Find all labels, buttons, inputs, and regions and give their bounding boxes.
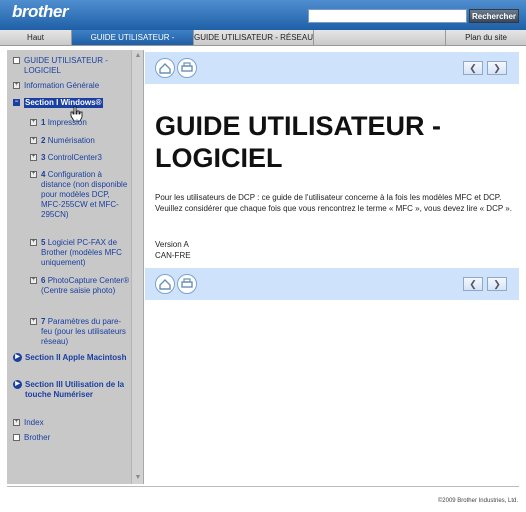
region-label: CAN-FRE [155, 251, 191, 260]
expand-icon[interactable]: + [13, 419, 20, 426]
expand-icon[interactable]: + [30, 137, 37, 144]
page-title: GUIDE UTILISATEUR - LOGICIEL [155, 110, 515, 174]
sidebar-item-parefeu[interactable]: + 7 Paramètres du pare-feu (pour les uti… [30, 317, 130, 347]
expand-icon[interactable]: + [30, 277, 37, 284]
next-page-button[interactable]: ❯ [487, 61, 507, 75]
expand-icon[interactable]: + [30, 318, 37, 325]
page-icon [13, 434, 20, 441]
sidebar-item-label: Numérisation [47, 136, 95, 145]
sidebar-item-pcfax[interactable]: + 5 Logiciel PC-FAX de Brother (modèles … [30, 238, 130, 268]
arrow-right-icon: ▶ [13, 380, 22, 389]
version-info: Version A CAN-FRE [155, 239, 191, 261]
sidebar-item-label: Section III Utilisation de la touche Num… [25, 380, 125, 399]
home-icon[interactable] [155, 274, 175, 294]
sidebar-scrollbar[interactable]: ▲ ▼ [131, 50, 143, 484]
copyright-text: ©2009 Brother Industries, Ltd. [437, 498, 518, 504]
header-bar: brother Rechercher [0, 0, 526, 30]
sidebar-item-photocapture[interactable]: + 6 PhotoCapture Center® (Centre saisie … [30, 276, 130, 296]
tab-plan-du-site[interactable]: Plan du site [445, 30, 526, 45]
brother-logo[interactable]: brother [12, 2, 69, 22]
scroll-down-icon[interactable]: ▼ [134, 474, 142, 482]
expand-icon[interactable]: + [30, 154, 37, 161]
sidebar-item-label: Section I Windows® [24, 98, 103, 108]
sidebar-item-label: PhotoCapture Center® (Centre saisie phot… [41, 276, 130, 295]
sidebar-item-section-numeriser[interactable]: ▶ Section III Utilisation de la touche N… [13, 380, 127, 400]
sidebar-item-configuration[interactable]: + 4 Configuration à distance (non dispon… [30, 170, 130, 220]
chapter-number: 7 [41, 317, 46, 326]
sidebar-item-label: Brother [24, 433, 51, 442]
print-icon[interactable] [177, 274, 197, 294]
sidebar-item-label: Section II Apple Macintosh [25, 353, 127, 362]
sidebar-item-label: Configuration à distance (non disponible… [41, 170, 128, 219]
chapter-number: 2 [41, 136, 46, 145]
tab-guide-reseau[interactable]: GUIDE UTILISATEUR - RÉSEAU [194, 30, 314, 45]
page-title-line: LOGICIEL [155, 143, 283, 173]
sidebar-item-label: Logiciel PC-FAX de Brother (modèles MFC … [41, 238, 122, 267]
sidebar-item-label: Paramètres du pare-feu (pour les utilisa… [41, 317, 126, 346]
home-icon[interactable] [155, 58, 175, 78]
chapter-number: 3 [41, 153, 46, 162]
search-input[interactable] [308, 9, 467, 23]
arrow-right-icon: ▶ [13, 353, 22, 362]
tab-guide-logiciel[interactable]: GUIDE UTILISATEUR - LOGICIEL [72, 30, 194, 57]
chapter-number: 1 [41, 118, 46, 127]
expand-icon[interactable]: + [30, 119, 37, 126]
sidebar-item-label: Impression [47, 118, 87, 127]
sidebar-item-label: Information Générale [24, 81, 100, 90]
print-icon[interactable] [177, 58, 197, 78]
previous-page-button[interactable]: ❮ [463, 61, 483, 75]
version-label: Version A [155, 240, 189, 249]
expand-icon[interactable]: + [13, 82, 20, 89]
sidebar-item-section-macintosh[interactable]: ▶ Section II Apple Macintosh [13, 353, 127, 363]
sidebar: GUIDE UTILISATEUR - LOGICIEL + Informati… [7, 50, 144, 484]
chapter-number: 5 [41, 238, 46, 247]
sidebar-item-guide[interactable]: GUIDE UTILISATEUR - LOGICIEL [13, 56, 127, 76]
footer-divider [7, 486, 519, 487]
main-content: ❮ ❯ GUIDE UTILISATEUR - LOGICIEL Pour le… [145, 50, 519, 484]
sidebar-item-index[interactable]: + Index [13, 418, 127, 428]
sidebar-item-label: ControlCenter3 [47, 153, 102, 162]
sidebar-item-label: Index [24, 418, 44, 427]
collapse-icon[interactable]: − [13, 99, 20, 106]
chapter-number: 6 [41, 276, 46, 285]
scroll-up-icon[interactable]: ▲ [134, 52, 142, 60]
search-button[interactable]: Rechercher [469, 9, 519, 23]
tab-bar: Haut GUIDE UTILISATEUR - LOGICIEL GUIDE … [0, 30, 526, 57]
previous-page-button[interactable]: ❮ [463, 277, 483, 291]
sidebar-item-label: GUIDE UTILISATEUR - LOGICIEL [24, 56, 108, 75]
bottom-navigation-band: ❮ ❯ [145, 268, 519, 300]
sidebar-item-brother[interactable]: Brother [13, 433, 127, 443]
page-title-line: GUIDE UTILISATEUR - [155, 111, 441, 141]
intro-paragraph: Pour les utilisateurs de DCP : ce guide … [155, 193, 512, 213]
sidebar-item-numerisation[interactable]: + 2 Numérisation [30, 136, 130, 146]
expand-icon[interactable]: + [30, 239, 37, 246]
tab-haut[interactable]: Haut [0, 30, 72, 45]
page-icon [13, 57, 20, 64]
top-navigation-band: ❮ ❯ [145, 52, 519, 84]
sidebar-item-controlcenter3[interactable]: + 3 ControlCenter3 [30, 153, 130, 163]
sidebar-item-impression[interactable]: + 1 Impression [30, 118, 130, 128]
expand-icon[interactable]: + [30, 171, 37, 178]
sidebar-item-information[interactable]: + Information Générale [13, 81, 127, 91]
next-page-button[interactable]: ❯ [487, 277, 507, 291]
chapter-number: 4 [41, 170, 46, 179]
